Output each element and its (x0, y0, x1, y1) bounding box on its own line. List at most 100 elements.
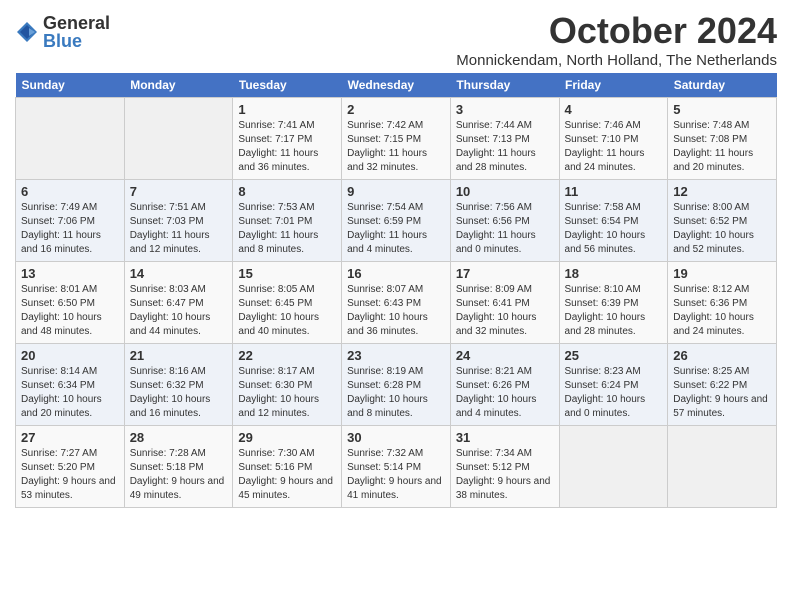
day-number: 11 (565, 184, 663, 199)
calendar-cell: 25Sunrise: 8:23 AM Sunset: 6:24 PM Dayli… (559, 344, 668, 426)
logo-general: General (43, 14, 110, 32)
logo: General Blue (15, 14, 110, 50)
day-number: 12 (673, 184, 771, 199)
calendar-cell: 7 Sunrise: 7:51 AM Sunset: 7:03 PM Daylig… (124, 180, 233, 262)
month-title: October 2024 (456, 10, 777, 52)
day-number: 26 (673, 348, 771, 363)
calendar-table: SundayMondayTuesdayWednesdayThursdayFrid… (15, 73, 777, 508)
day-info: Sunrise: 8:09 AM Sunset: 6:41 PM Dayligh… (456, 283, 554, 339)
calendar-cell: 3 Sunrise: 7:44 AM Sunset: 7:13 PM Daylig… (450, 98, 559, 180)
calendar-cell: 14Sunrise: 8:03 AM Sunset: 6:47 PM Dayli… (124, 262, 233, 344)
day-info: Sunrise: 7:53 AM Sunset: 7:01 PM Dayligh… (238, 201, 336, 257)
day-info: Sunrise: 7:34 AM Sunset: 5:12 PM Dayligh… (456, 447, 554, 503)
weekday-header: Friday (559, 73, 668, 98)
day-info: Sunrise: 8:17 AM Sunset: 6:30 PM Dayligh… (238, 365, 336, 421)
day-info: Sunrise: 7:44 AM Sunset: 7:13 PM Dayligh… (456, 119, 554, 175)
page-header: General Blue October 2024 Monnickendam, … (15, 10, 777, 69)
day-info: Sunrise: 7:49 AM Sunset: 7:06 PM Dayligh… (21, 201, 119, 257)
calendar-cell: 4 Sunrise: 7:46 AM Sunset: 7:10 PM Daylig… (559, 98, 668, 180)
calendar-week-row: 1 Sunrise: 7:41 AM Sunset: 7:17 PM Daylig… (16, 98, 777, 180)
day-number: 3 (456, 102, 554, 117)
calendar-cell: 31 Sunrise: 7:34 AM Sunset: 5:12 PM Dayli… (450, 426, 559, 508)
calendar-week-row: 6 Sunrise: 7:49 AM Sunset: 7:06 PM Daylig… (16, 180, 777, 262)
day-info: Sunrise: 7:28 AM Sunset: 5:18 PM Dayligh… (130, 447, 228, 503)
day-info: Sunrise: 8:10 AM Sunset: 6:39 PM Dayligh… (565, 283, 663, 339)
calendar-week-row: 13Sunrise: 8:01 AM Sunset: 6:50 PM Dayli… (16, 262, 777, 344)
day-info: Sunrise: 7:46 AM Sunset: 7:10 PM Dayligh… (565, 119, 663, 175)
calendar-cell: 6 Sunrise: 7:49 AM Sunset: 7:06 PM Daylig… (16, 180, 125, 262)
calendar-cell (668, 426, 777, 508)
calendar-week-row: 27Sunrise: 7:27 AM Sunset: 5:20 PM Dayli… (16, 426, 777, 508)
weekday-header: Thursday (450, 73, 559, 98)
weekday-header: Sunday (16, 73, 125, 98)
day-number: 4 (565, 102, 663, 117)
day-number: 21 (130, 348, 228, 363)
calendar-cell: 18 Sunrise: 8:10 AM Sunset: 6:39 PM Dayli… (559, 262, 668, 344)
calendar-cell: 16Sunrise: 8:07 AM Sunset: 6:43 PM Dayli… (342, 262, 451, 344)
day-number: 19 (673, 266, 771, 281)
day-info: Sunrise: 7:51 AM Sunset: 7:03 PM Dayligh… (130, 201, 228, 257)
day-number: 24 (456, 348, 554, 363)
day-info: Sunrise: 7:58 AM Sunset: 6:54 PM Dayligh… (565, 201, 663, 257)
weekday-header-row: SundayMondayTuesdayWednesdayThursdayFrid… (16, 73, 777, 98)
day-info: Sunrise: 7:42 AM Sunset: 7:15 PM Dayligh… (347, 119, 445, 175)
day-number: 22 (238, 348, 336, 363)
calendar-cell: 30 Sunrise: 7:32 AM Sunset: 5:14 PM Dayli… (342, 426, 451, 508)
calendar-cell: 26 Sunrise: 8:25 AM Sunset: 6:22 PM Dayli… (668, 344, 777, 426)
calendar-cell (124, 98, 233, 180)
day-number: 8 (238, 184, 336, 199)
day-number: 23 (347, 348, 445, 363)
day-number: 25 (565, 348, 663, 363)
logo-blue: Blue (43, 32, 110, 50)
day-number: 7 (130, 184, 228, 199)
day-info: Sunrise: 7:56 AM Sunset: 6:56 PM Dayligh… (456, 201, 554, 257)
day-number: 29 (238, 430, 336, 445)
day-info: Sunrise: 7:48 AM Sunset: 7:08 PM Dayligh… (673, 119, 771, 175)
calendar-cell: 24 Sunrise: 8:21 AM Sunset: 6:26 PM Dayli… (450, 344, 559, 426)
day-info: Sunrise: 8:00 AM Sunset: 6:52 PM Dayligh… (673, 201, 771, 257)
day-number: 17 (456, 266, 554, 281)
day-number: 2 (347, 102, 445, 117)
calendar-cell: 11 Sunrise: 7:58 AM Sunset: 6:54 PM Dayli… (559, 180, 668, 262)
calendar-cell: 5Sunrise: 7:48 AM Sunset: 7:08 PM Daylig… (668, 98, 777, 180)
day-number: 20 (21, 348, 119, 363)
day-number: 6 (21, 184, 119, 199)
day-info: Sunrise: 7:41 AM Sunset: 7:17 PM Dayligh… (238, 119, 336, 175)
day-number: 31 (456, 430, 554, 445)
logo-text: General Blue (43, 14, 110, 50)
day-info: Sunrise: 7:32 AM Sunset: 5:14 PM Dayligh… (347, 447, 445, 503)
calendar-cell (559, 426, 668, 508)
calendar-week-row: 20 Sunrise: 8:14 AM Sunset: 6:34 PM Dayli… (16, 344, 777, 426)
day-info: Sunrise: 8:25 AM Sunset: 6:22 PM Dayligh… (673, 365, 771, 421)
day-info: Sunrise: 8:01 AM Sunset: 6:50 PM Dayligh… (21, 283, 119, 339)
calendar-cell: 12 Sunrise: 8:00 AM Sunset: 6:52 PM Dayli… (668, 180, 777, 262)
day-number: 18 (565, 266, 663, 281)
weekday-header: Wednesday (342, 73, 451, 98)
calendar-cell: 10 Sunrise: 7:56 AM Sunset: 6:56 PM Dayli… (450, 180, 559, 262)
day-number: 30 (347, 430, 445, 445)
calendar-cell: 27Sunrise: 7:27 AM Sunset: 5:20 PM Dayli… (16, 426, 125, 508)
day-info: Sunrise: 8:12 AM Sunset: 6:36 PM Dayligh… (673, 283, 771, 339)
calendar-cell: 23Sunrise: 8:19 AM Sunset: 6:28 PM Dayli… (342, 344, 451, 426)
day-number: 16 (347, 266, 445, 281)
day-info: Sunrise: 8:03 AM Sunset: 6:47 PM Dayligh… (130, 283, 228, 339)
calendar-cell: 21Sunrise: 8:16 AM Sunset: 6:32 PM Dayli… (124, 344, 233, 426)
day-number: 9 (347, 184, 445, 199)
day-info: Sunrise: 7:54 AM Sunset: 6:59 PM Dayligh… (347, 201, 445, 257)
calendar-cell: 9 Sunrise: 7:54 AM Sunset: 6:59 PM Daylig… (342, 180, 451, 262)
location-title: Monnickendam, North Holland, The Netherl… (456, 52, 777, 69)
logo-icon (15, 20, 39, 44)
day-info: Sunrise: 7:30 AM Sunset: 5:16 PM Dayligh… (238, 447, 336, 503)
day-info: Sunrise: 8:05 AM Sunset: 6:45 PM Dayligh… (238, 283, 336, 339)
day-info: Sunrise: 8:14 AM Sunset: 6:34 PM Dayligh… (21, 365, 119, 421)
calendar-cell: 17 Sunrise: 8:09 AM Sunset: 6:41 PM Dayli… (450, 262, 559, 344)
title-block: October 2024 Monnickendam, North Holland… (456, 10, 777, 69)
day-info: Sunrise: 8:21 AM Sunset: 6:26 PM Dayligh… (456, 365, 554, 421)
calendar-cell: 22 Sunrise: 8:17 AM Sunset: 6:30 PM Dayli… (233, 344, 342, 426)
day-number: 1 (238, 102, 336, 117)
day-number: 10 (456, 184, 554, 199)
calendar-cell (16, 98, 125, 180)
calendar-cell: 13Sunrise: 8:01 AM Sunset: 6:50 PM Dayli… (16, 262, 125, 344)
day-number: 28 (130, 430, 228, 445)
calendar-cell: 2 Sunrise: 7:42 AM Sunset: 7:15 PM Daylig… (342, 98, 451, 180)
